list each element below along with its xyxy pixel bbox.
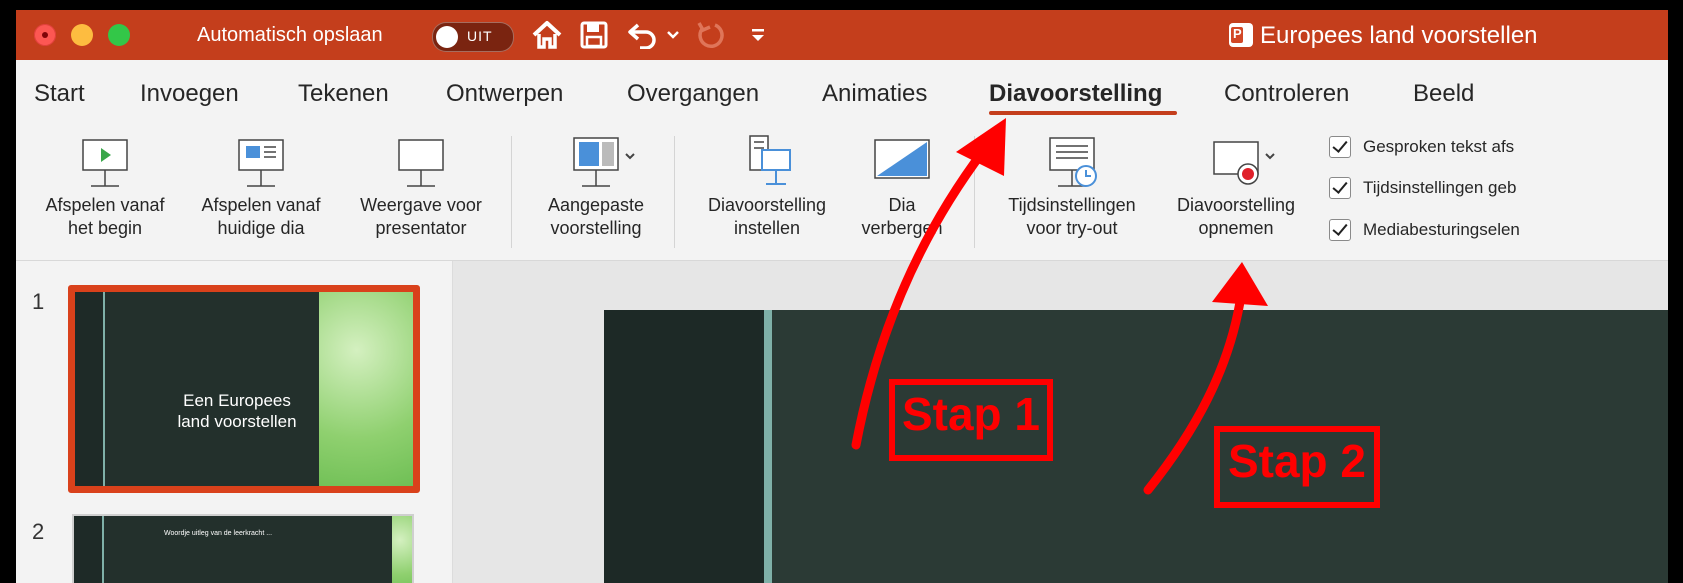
rehearse-timings-label-2: voor try-out xyxy=(1026,218,1118,238)
play-from-start-icon xyxy=(82,139,128,187)
tab-overgangen[interactable]: Overgangen xyxy=(627,80,759,108)
tab-tekenen[interactable]: Tekenen xyxy=(298,80,389,108)
slide-decor xyxy=(764,310,772,583)
slide-thumbnails-pane: 1 Een Europees land voorstellen 2 Woordj… xyxy=(16,261,453,583)
title-bar: Automatisch opslaan UIT Europees land vo… xyxy=(16,10,1668,60)
presenter-view-label-2: presentator xyxy=(375,218,467,238)
record-show-button[interactable]: Diavoorstelling opnemen xyxy=(1156,132,1316,240)
autosave-toggle[interactable]: UIT xyxy=(432,22,514,52)
tab-controleren[interactable]: Controleren xyxy=(1224,80,1349,108)
tab-animaties[interactable]: Animaties xyxy=(822,80,927,108)
setup-show-button[interactable]: Diavoorstelling instellen xyxy=(692,132,842,240)
checkbox-checked-icon xyxy=(1329,136,1351,158)
play-from-current-button[interactable]: Afspelen vanaf huidige dia xyxy=(186,132,336,240)
chevron-down-icon[interactable] xyxy=(664,18,682,52)
document-title: Europees land voorstellen xyxy=(1260,22,1538,49)
slide-editor xyxy=(453,261,1668,583)
toggle-knob xyxy=(436,26,458,48)
ribbon-separator xyxy=(674,136,675,248)
slide-decor xyxy=(75,292,105,486)
presenter-view-label-1: Weergave voor xyxy=(360,195,482,215)
checkbox-narrations[interactable]: Gesproken tekst afs xyxy=(1329,134,1514,160)
autosave-label: Automatisch opslaan xyxy=(197,24,383,46)
current-slide-canvas[interactable] xyxy=(604,310,1668,583)
play-from-start-label-2: het begin xyxy=(67,218,143,238)
rehearse-timings-label-1: Tijdsinstellingen xyxy=(1008,195,1136,215)
powerpoint-document-icon xyxy=(1229,23,1253,47)
ribbon-tabs: Start Invoegen Tekenen Ontwerpen Overgan… xyxy=(16,60,1668,120)
slide-decor xyxy=(74,516,104,583)
rehearse-timings-icon xyxy=(1049,137,1097,187)
slide-2-preview: Woordje uitleg van de leerkracht ... xyxy=(74,516,412,583)
record-show-label-2: opnemen xyxy=(1198,218,1274,238)
autosave-state: UIT xyxy=(467,28,493,44)
active-tab-indicator xyxy=(989,111,1177,115)
slide-decor xyxy=(392,516,412,583)
setup-show-label-1: Diavoorstelling xyxy=(707,195,827,215)
tab-diavoorstelling[interactable]: Diavoorstelling xyxy=(989,80,1162,108)
annotation-step-1: Stap 1 xyxy=(889,379,1053,461)
checkbox-checked-icon xyxy=(1329,219,1351,241)
redo-icon[interactable] xyxy=(692,18,728,52)
checkbox-media-controls[interactable]: Mediabesturingselen xyxy=(1329,217,1520,243)
tab-invoegen[interactable]: Invoegen xyxy=(140,80,239,108)
custom-show-label-1: Aangepaste xyxy=(547,195,645,215)
undo-icon[interactable] xyxy=(624,18,662,52)
checkbox-checked-icon xyxy=(1329,177,1351,199)
slide-1-preview: Een Europees land voorstellen xyxy=(75,292,413,486)
play-from-current-label-1: Afspelen vanaf xyxy=(201,195,321,215)
hide-slide-icon xyxy=(874,139,930,179)
slide-thumbnail-2[interactable]: Woordje uitleg van de leerkracht ... xyxy=(72,514,414,583)
slide-decor xyxy=(319,292,413,486)
zoom-window-button[interactable] xyxy=(108,24,130,46)
slide-number: 2 xyxy=(32,519,45,544)
checkbox-media-controls-label: Mediabesturingselen xyxy=(1363,220,1520,239)
rehearse-timings-button[interactable]: Tijdsinstellingen voor try-out xyxy=(992,132,1152,240)
close-window-button[interactable] xyxy=(34,24,56,46)
hide-slide-label-1: Dia xyxy=(888,195,916,215)
slide-2-title: Woordje uitleg van de leerkracht ... xyxy=(164,530,273,537)
powerpoint-window: Automatisch opslaan UIT Europees land vo… xyxy=(16,10,1668,583)
checkbox-timings-label: Tijdsinstellingen geb xyxy=(1363,178,1517,197)
play-from-current-icon xyxy=(238,139,284,187)
slide-decor xyxy=(604,310,764,583)
custom-show-button[interactable]: Aangepaste voorstelling xyxy=(526,132,666,240)
save-icon[interactable] xyxy=(576,18,612,52)
presenter-view-icon xyxy=(398,139,444,187)
hide-slide-label-2: verbergen xyxy=(861,218,943,238)
play-from-start-label-1: Afspelen vanaf xyxy=(45,195,165,215)
play-from-current-label-2: huidige dia xyxy=(217,218,305,238)
home-icon[interactable] xyxy=(528,18,566,52)
play-from-start-button[interactable]: Afspelen vanaf het begin xyxy=(30,132,180,240)
tab-ontwerpen[interactable]: Ontwerpen xyxy=(446,80,563,108)
tab-beeld[interactable]: Beeld xyxy=(1413,80,1474,108)
custom-show-label-2: voorstelling xyxy=(550,218,642,238)
setup-show-icon xyxy=(749,135,791,185)
setup-show-label-2: instellen xyxy=(733,218,801,238)
slide-number: 1 xyxy=(32,289,45,314)
ribbon-separator xyxy=(974,136,975,248)
tab-start[interactable]: Start xyxy=(34,80,85,108)
slide-1-title: Een Europees land voorstellen xyxy=(177,391,297,431)
checkbox-narrations-label: Gesproken tekst afs xyxy=(1363,137,1515,156)
presenter-view-button[interactable]: Weergave voor presentator xyxy=(346,132,496,240)
record-show-icon xyxy=(1213,141,1275,185)
slide-thumbnail-1[interactable]: Een Europees land voorstellen xyxy=(68,285,420,493)
custom-show-icon xyxy=(573,137,635,187)
screenshot-frame: Automatisch opslaan UIT Europees land vo… xyxy=(0,0,1683,583)
customize-toolbar-icon[interactable] xyxy=(746,18,770,52)
ribbon-toolbar: Afspelen vanaf het begin Afspelen vanaf … xyxy=(16,120,1668,261)
checkbox-timings[interactable]: Tijdsinstellingen geb xyxy=(1329,175,1516,201)
record-show-label-1: Diavoorstelling xyxy=(1176,195,1296,215)
hide-slide-button[interactable]: Dia verbergen xyxy=(852,132,952,240)
minimize-window-button[interactable] xyxy=(71,24,93,46)
annotation-step-2: Stap 2 xyxy=(1214,426,1380,508)
ribbon-separator xyxy=(511,136,512,248)
